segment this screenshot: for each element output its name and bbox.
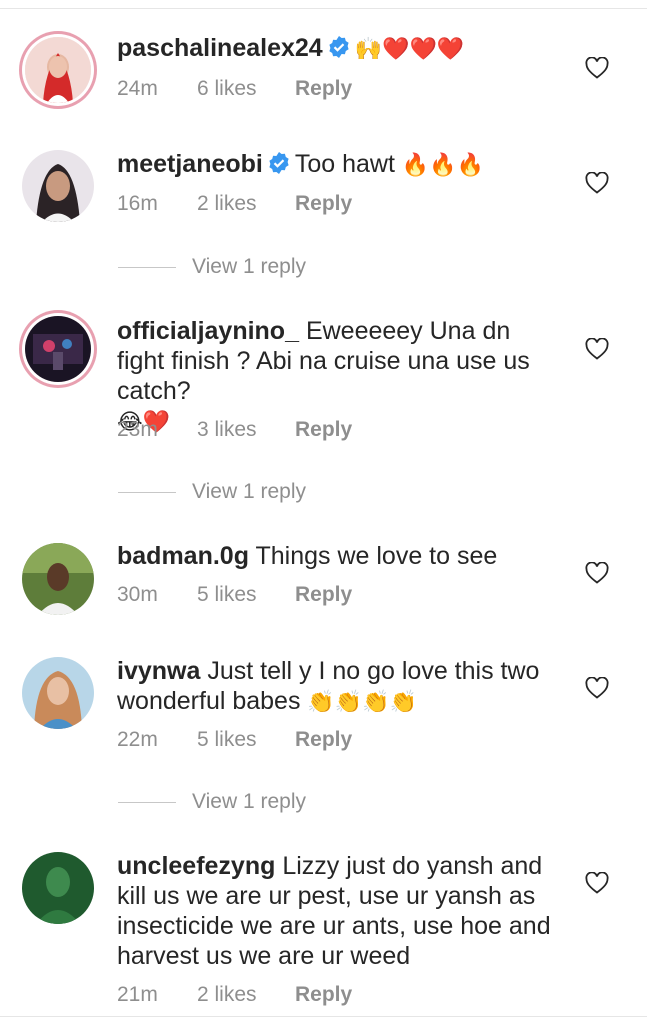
- view-replies-label: View 1 reply: [192, 790, 307, 813]
- comment-text: badman.0g Things we love to see: [117, 541, 557, 571]
- username[interactable]: ivynwa: [117, 657, 200, 685]
- comment-meta: 16m 2 likes Reply: [117, 192, 352, 216]
- verified-badge-icon: [329, 36, 349, 58]
- comment-likes[interactable]: 5 likes: [197, 583, 295, 607]
- comment-likes[interactable]: 3 likes: [197, 418, 295, 442]
- divider-line: [118, 491, 176, 493]
- heart-outline-icon[interactable]: [585, 57, 609, 79]
- comment-meta: 30m 5 likes Reply: [117, 583, 352, 607]
- comment-likes[interactable]: 6 likes: [197, 77, 295, 101]
- username[interactable]: paschalinealex24: [117, 34, 323, 62]
- comment-meta: 21m 2 likes Reply: [117, 983, 352, 1007]
- comment-time: 24m: [117, 77, 158, 100]
- comment-time: 22m: [117, 728, 158, 751]
- avatar[interactable]: [22, 150, 94, 222]
- view-replies-label: View 1 reply: [192, 255, 307, 278]
- reply-button[interactable]: Reply: [295, 192, 352, 216]
- comment-text: meetjaneobi Too hawt 🔥🔥🔥: [117, 149, 557, 181]
- comment-meta: 22m 5 likes Reply: [117, 728, 352, 752]
- comment-likes[interactable]: 2 likes: [197, 192, 295, 216]
- comment-time: 16m: [117, 192, 158, 215]
- reply-button[interactable]: Reply: [295, 418, 352, 442]
- comment-text: paschalinealex24 🙌❤️❤️❤️: [117, 33, 557, 65]
- divider-line: [118, 801, 176, 803]
- heart-outline-icon[interactable]: [585, 338, 609, 360]
- reply-button[interactable]: Reply: [295, 77, 352, 101]
- reply-button[interactable]: Reply: [295, 583, 352, 607]
- comment-likes[interactable]: 5 likes: [197, 728, 295, 752]
- verified-badge-icon: [269, 152, 289, 174]
- comment-time: 30m: [117, 583, 158, 606]
- view-replies-button[interactable]: View 1 reply: [118, 790, 306, 814]
- comment-emojis: 🔥🔥🔥: [401, 153, 485, 178]
- divider-line: [118, 266, 176, 268]
- heart-outline-icon[interactable]: [585, 872, 609, 894]
- username[interactable]: meetjaneobi: [117, 150, 263, 178]
- comment-meta: 24m 6 likes Reply: [117, 77, 352, 101]
- avatar[interactable]: [22, 657, 94, 729]
- comment-body: Too hawt: [294, 150, 395, 178]
- comment-emojis: 👏👏👏👏: [307, 690, 417, 715]
- heart-outline-icon[interactable]: [585, 677, 609, 699]
- username[interactable]: uncleefezyng: [117, 852, 275, 880]
- comment-text: uncleefezyng Lizzy just do yansh and kil…: [117, 851, 557, 971]
- heart-outline-icon[interactable]: [585, 562, 609, 584]
- comment-time: 23m: [117, 418, 158, 441]
- avatar[interactable]: [22, 543, 94, 615]
- comment-body: Things we love to see: [255, 542, 498, 570]
- bottom-divider: [0, 1016, 647, 1017]
- view-replies-button[interactable]: View 1 reply: [118, 255, 306, 279]
- avatar[interactable]: [25, 316, 91, 382]
- comment-likes[interactable]: 2 likes: [197, 983, 295, 1007]
- view-replies-button[interactable]: View 1 reply: [118, 480, 306, 504]
- comment-text: ivynwa Just tell y I no go love this two…: [117, 656, 557, 718]
- avatar[interactable]: [22, 852, 94, 924]
- avatar[interactable]: [25, 37, 91, 103]
- comment-meta: 23m 3 likes Reply: [117, 418, 352, 442]
- reply-button[interactable]: Reply: [295, 728, 352, 752]
- heart-outline-icon[interactable]: [585, 172, 609, 194]
- top-divider: [0, 8, 647, 9]
- comment-emojis: 🙌❤️❤️❤️: [354, 37, 465, 62]
- username[interactable]: badman.0g: [117, 542, 249, 570]
- reply-button[interactable]: Reply: [295, 983, 352, 1007]
- view-replies-label: View 1 reply: [192, 480, 307, 503]
- username[interactable]: officialjaynino_: [117, 317, 299, 345]
- comment-time: 21m: [117, 983, 158, 1006]
